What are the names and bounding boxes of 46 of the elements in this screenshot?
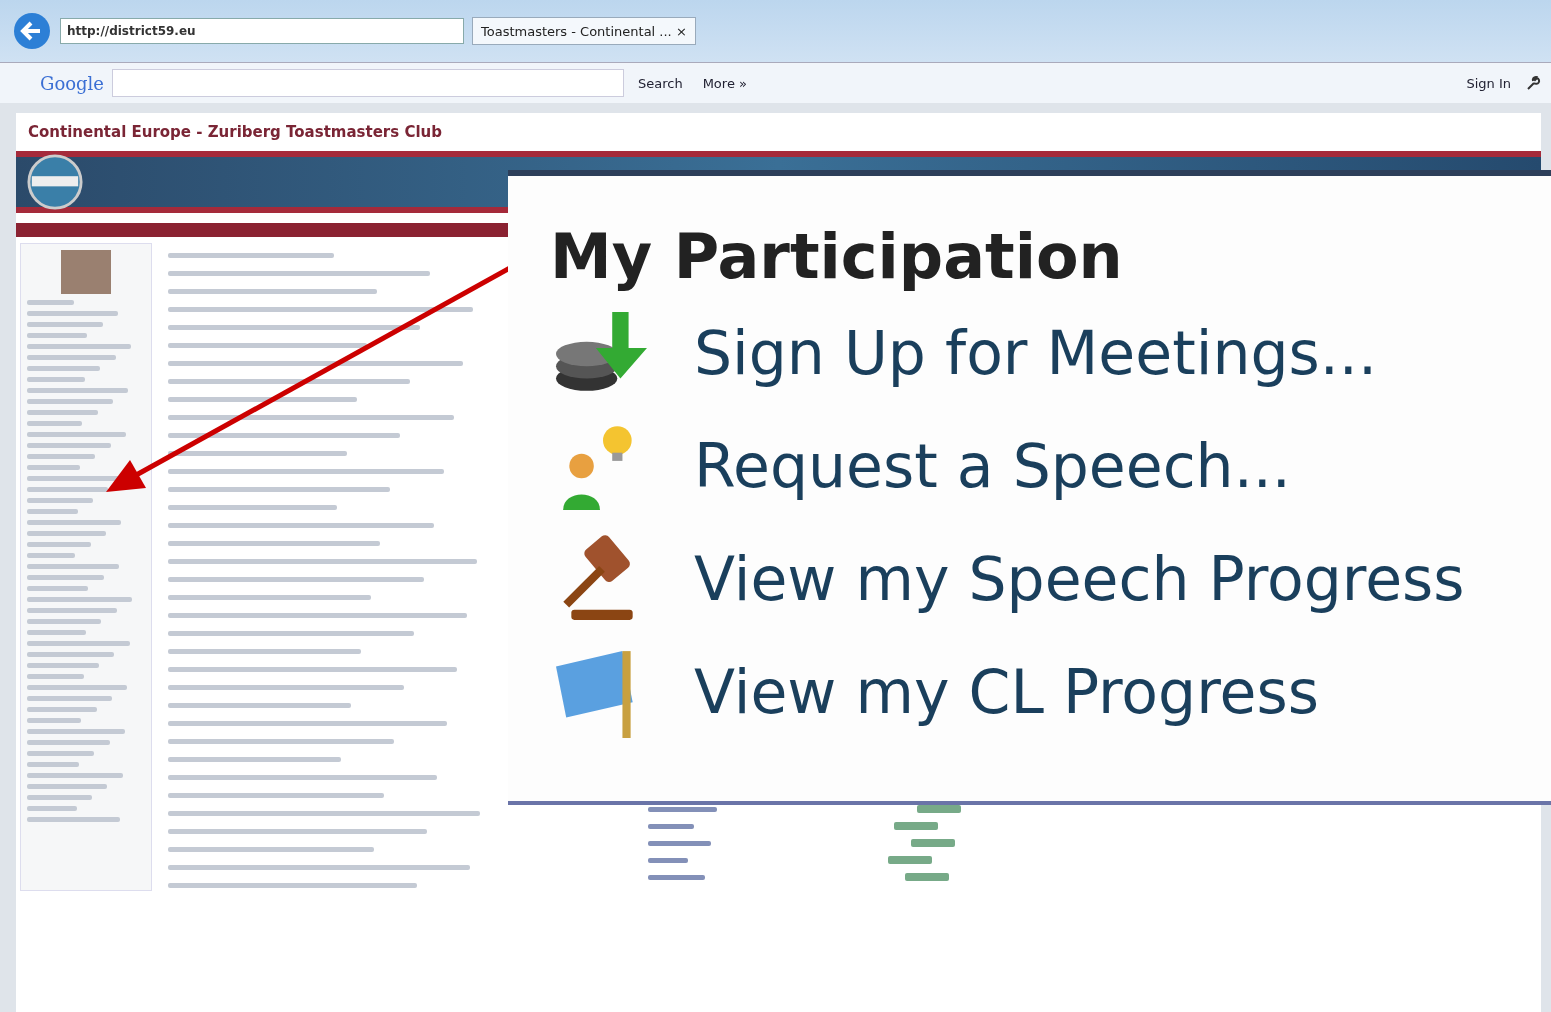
signup-chip[interactable]: [894, 822, 938, 830]
blurred-text-line: [27, 333, 88, 338]
blurred-text-line: [27, 762, 79, 767]
blurred-text-line: [27, 465, 81, 470]
site-title: Continental Europe - Zuriberg Toastmasters Club: [28, 123, 442, 141]
blurred-text-line: [27, 377, 85, 382]
more-button[interactable]: More »: [696, 73, 753, 93]
participation-link[interactable]: Sign Up for Meetings...: [694, 317, 1377, 388]
sign-in-button[interactable]: Sign In: [1460, 73, 1517, 93]
blurred-text-line: [27, 586, 89, 591]
blurred-text-line: [648, 823, 694, 829]
participation-link[interactable]: Request a Speech...: [694, 430, 1291, 501]
signup-chip[interactable]: [911, 839, 955, 847]
blurred-text-line: [27, 454, 96, 459]
browser-tab[interactable]: Toastmasters - Continental ... ×: [472, 17, 696, 45]
signup-chip[interactable]: [905, 873, 949, 881]
signup-chip[interactable]: [888, 856, 932, 864]
blurred-text-line: [27, 707, 97, 712]
blurred-text-line: [27, 718, 82, 723]
avatar-placeholder: [61, 250, 111, 294]
blurred-text-line: [27, 421, 83, 426]
blurred-text-line: [27, 663, 99, 668]
blurred-text-line: [27, 806, 77, 811]
signup-chip[interactable]: [917, 805, 961, 813]
blurred-text-line: [27, 795, 92, 800]
blurred-text-line: [648, 857, 688, 863]
wrench-icon[interactable]: [1525, 75, 1541, 91]
blurred-text-line: [27, 542, 91, 547]
blurred-text-line: [27, 509, 78, 514]
participation-link[interactable]: View my Speech Progress: [694, 543, 1465, 614]
participation-link[interactable]: View my CL Progress: [694, 656, 1319, 727]
search-logo: Google: [40, 72, 104, 94]
blurred-text-line: [27, 630, 86, 635]
search-field[interactable]: [112, 69, 624, 97]
blurred-text-line: [27, 410, 98, 415]
address-field[interactable]: http://district59.eu: [60, 18, 464, 44]
blurred-text-line: [27, 498, 94, 503]
blurred-text-line: [27, 300, 75, 305]
blurred-text-line: [648, 840, 711, 846]
search-button[interactable]: Search: [632, 73, 689, 93]
blurred-text-line: [27, 553, 76, 558]
blurred-text-line: [27, 674, 84, 679]
blurred-text-line: [27, 751, 95, 756]
blurred-text-line: [648, 874, 705, 880]
globe-logo-icon: [26, 153, 84, 211]
blurred-text-line: [648, 806, 717, 812]
